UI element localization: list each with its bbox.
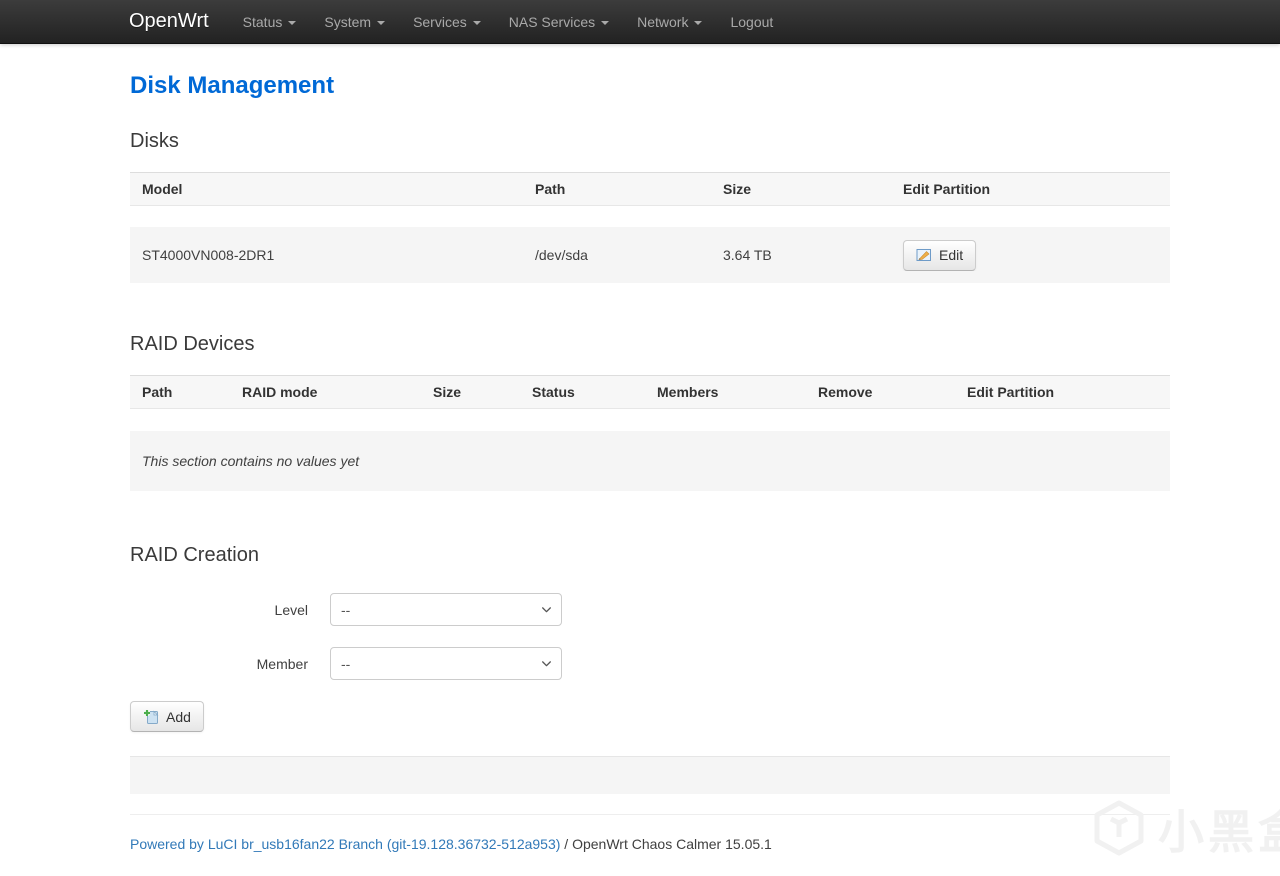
nav-item-logout[interactable]: Logout: [716, 1, 787, 43]
disks-table: Model Path Size Edit Partition ST4000VN0…: [130, 172, 1170, 283]
column-header-members: Members: [657, 384, 719, 400]
edit-button-label: Edit: [939, 247, 964, 263]
raid-creation-section-heading: RAID Creation: [130, 544, 259, 566]
footer-version-text: / OpenWrt Chaos Calmer 15.05.1: [560, 836, 772, 852]
footer-divider: [130, 814, 1170, 815]
caret-down-icon: [472, 20, 481, 25]
column-header-edit-partition: Edit Partition: [967, 384, 1055, 400]
disk-path-cell: /dev/sda: [535, 247, 588, 263]
top-navbar: OpenWrt Status System Services NAS Servi…: [0, 0, 1280, 44]
add-document-icon: [143, 709, 159, 725]
raid-devices-table-header: Path RAID mode Size Status Members Remov…: [130, 375, 1170, 409]
disks-table-header: Model Path Size Edit Partition: [130, 172, 1170, 206]
level-field-label: Level: [274, 601, 308, 618]
luci-branch-link[interactable]: Powered by LuCI br_usb16fan22 Branch (gi…: [130, 836, 560, 852]
watermark-text: 小黑盒: [1158, 806, 1280, 858]
column-header-remove: Remove: [818, 384, 873, 400]
column-header-size: Size: [433, 384, 462, 400]
column-header-size: Size: [723, 181, 752, 197]
caret-down-icon: [694, 20, 703, 25]
nav-item-label: Status: [242, 13, 283, 30]
caret-down-icon: [601, 20, 610, 25]
disk-model-cell: ST4000VN008-2DR1: [142, 247, 275, 263]
edit-pencil-icon: [916, 247, 932, 263]
column-header-path: Path: [142, 384, 173, 400]
nav-item-label: NAS Services: [508, 13, 596, 30]
footer: Powered by LuCI br_usb16fan22 Branch (gi…: [130, 836, 1170, 852]
nav-item-label: Network: [637, 13, 689, 30]
column-header-edit-partition: Edit Partition: [903, 181, 991, 197]
edit-partition-button[interactable]: Edit: [903, 239, 977, 271]
add-button-label: Add: [166, 708, 191, 725]
disk-size-cell: 3.64 TB: [723, 247, 772, 263]
raid-level-select[interactable]: --: [330, 593, 562, 626]
nav-item-services[interactable]: Services: [399, 1, 495, 43]
brand-openwrt[interactable]: OpenWrt: [129, 10, 209, 33]
empty-section-text: This section contains no values yet: [142, 453, 360, 469]
column-header-model: Model: [142, 181, 183, 197]
nav-item-label: System: [324, 13, 372, 30]
raid-devices-section-heading: RAID Devices: [130, 333, 255, 355]
column-header-status: Status: [532, 384, 575, 400]
nav-item-nas-services[interactable]: NAS Services: [495, 1, 623, 43]
disk-table-row: ST4000VN008-2DR1 /dev/sda 3.64 TB Edit: [130, 227, 1170, 283]
raid-devices-empty-row: This section contains no values yet: [130, 431, 1170, 491]
column-header-raid-mode: RAID mode: [242, 384, 318, 400]
raid-member-select[interactable]: --: [330, 647, 562, 680]
caret-down-icon: [377, 20, 386, 25]
nav-item-network[interactable]: Network: [623, 1, 716, 43]
caret-down-icon: [288, 20, 297, 25]
nav-item-label: Services: [413, 13, 467, 30]
raid-devices-table: Path RAID mode Size Status Members Remov…: [130, 375, 1170, 491]
add-raid-button[interactable]: Add: [130, 701, 204, 732]
page-title: Disk Management: [130, 72, 335, 99]
nav-item-system[interactable]: System: [310, 1, 399, 43]
disks-section-heading: Disks: [130, 130, 179, 152]
raid-creation-form: Level -- Member -- Add: [130, 593, 1170, 732]
nav-item-label: Logout: [730, 13, 774, 30]
page-actions-band: [130, 756, 1170, 794]
nav-item-status[interactable]: Status: [229, 1, 311, 43]
column-header-path: Path: [535, 181, 566, 197]
member-field-label: Member: [256, 655, 308, 672]
